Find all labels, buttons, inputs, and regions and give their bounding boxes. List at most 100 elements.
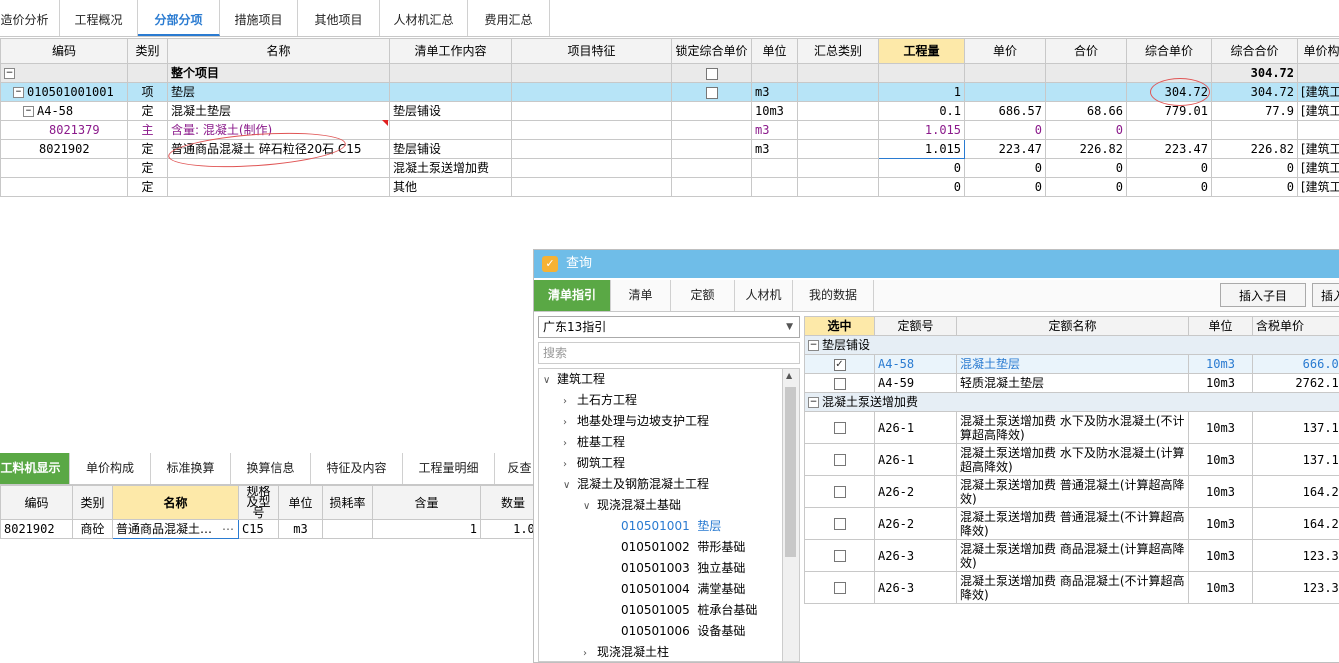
col-price-structure[interactable]: 单价构 (1298, 39, 1339, 64)
tree-node[interactable]: ∨建筑工程 (543, 369, 605, 389)
table-row[interactable]: 8021902 商砼 普通商品混凝土…⋯ C15 m3 1 1.01 (1, 520, 546, 539)
tab-features-content[interactable]: 特征及内容 (311, 453, 403, 484)
tab-bill-guide[interactable]: 清单指引 (534, 280, 611, 311)
table-row[interactable]: A26-3 混凝土泵送增加费 商品混凝土(不计算超高降效) 10m3 123.3… (805, 572, 1339, 604)
table-row-whole-project[interactable]: − 整个项目 304.72 (1, 64, 1339, 83)
col-features[interactable]: 项目特征 (512, 39, 672, 64)
collapse-icon[interactable]: − (4, 68, 15, 79)
table-row[interactable]: A26-2 混凝土泵送增加费 普通混凝土(计算超高降效) 10m3 164.27 (805, 476, 1339, 508)
col-spec[interactable]: 规格及型号 (239, 486, 279, 520)
tab-bill[interactable]: 清单 (611, 280, 671, 311)
col-selected[interactable]: 选中 (805, 317, 875, 336)
collapse-icon[interactable]: − (13, 87, 24, 98)
tree-node[interactable]: ›桩基工程 (563, 432, 625, 452)
chevron-down-icon[interactable]: ∨ (543, 371, 557, 391)
select-checkbox[interactable] (834, 582, 846, 594)
tree-node[interactable]: ›土石方工程 (563, 390, 637, 410)
tree-node[interactable]: ›现浇混凝土柱 (583, 642, 669, 662)
tab-cost-analysis[interactable]: 造价分析 (0, 0, 60, 36)
select-checkbox[interactable] (834, 359, 846, 371)
table-row[interactable]: A26-3 混凝土泵送增加费 商品混凝土(计算超高降效) 10m3 123.35 (805, 540, 1339, 572)
tab-labor-material-summary[interactable]: 人材机汇总 (380, 0, 468, 36)
chevron-right-icon[interactable]: › (563, 434, 577, 454)
lock-checkbox[interactable] (706, 87, 718, 99)
chevron-right-icon[interactable]: › (583, 644, 597, 662)
select-checkbox[interactable] (834, 486, 846, 498)
col-code[interactable]: 编码 (1, 39, 128, 64)
group-row[interactable]: −垫层铺设 (805, 336, 1339, 355)
col-unit[interactable]: 单位 (279, 486, 323, 520)
tree-node[interactable]: 010501005 桩承台基础 (621, 600, 757, 620)
col-loss-rate[interactable]: 损耗率 (323, 486, 373, 520)
tab-fee-summary[interactable]: 费用汇总 (468, 0, 550, 36)
col-comp-price[interactable]: 综合单价 (1127, 39, 1212, 64)
col-amount[interactable]: 合价 (1046, 39, 1127, 64)
tree-node[interactable]: ∨混凝土及钢筋混凝土工程 (563, 474, 709, 494)
tree-node-selected[interactable]: 010501001 垫层 (621, 516, 721, 536)
table-row[interactable]: 定 其他 0 0 0 0 0 [建筑工 (1, 178, 1339, 197)
quantity-cell-editing[interactable]: 1.015 (879, 140, 965, 159)
table-row[interactable]: A26-2 混凝土泵送增加费 普通混凝土(不计算超高降效) 10m3 164.2… (805, 508, 1339, 540)
table-row[interactable]: A4-59 轻质混凝土垫层 10m3 2762.11 (805, 374, 1339, 393)
col-code[interactable]: 编码 (1, 486, 73, 520)
col-summary-type[interactable]: 汇总类别 (798, 39, 879, 64)
table-row[interactable]: A26-1 混凝土泵送增加费 水下及防水混凝土(计算超高降效) 10m3 137… (805, 444, 1339, 476)
more-icon[interactable]: ⋯ (222, 520, 234, 538)
tab-quota[interactable]: 定额 (671, 280, 735, 311)
tree-node[interactable]: 010501006 设备基础 (621, 621, 745, 641)
col-comp-total[interactable]: 综合合价 (1212, 39, 1298, 64)
col-quota-name[interactable]: 定额名称 (957, 317, 1189, 336)
scrollbar-thumb[interactable] (785, 387, 796, 557)
dialog-title-bar[interactable]: ✓ 查询 (534, 250, 1339, 278)
col-work-content[interactable]: 清单工作内容 (390, 39, 512, 64)
tab-conversion-info[interactable]: 换算信息 (231, 453, 311, 484)
col-type[interactable]: 类别 (128, 39, 168, 64)
tree-node[interactable]: 010501004 满堂基础 (621, 579, 745, 599)
col-unit[interactable]: 单位 (1189, 317, 1253, 336)
tab-other-items[interactable]: 其他项目 (298, 0, 380, 36)
tab-measures[interactable]: 措施项目 (220, 0, 298, 36)
group-row[interactable]: −混凝土泵送增加费 (805, 393, 1339, 412)
material-name-cell[interactable]: 普通商品混凝土…⋯ (113, 520, 239, 539)
chevron-right-icon[interactable]: › (563, 392, 577, 412)
search-input[interactable]: 搜索 (538, 342, 800, 364)
tree-node[interactable]: ∨现浇混凝土基础 (583, 495, 681, 515)
table-row[interactable]: A4-58 混凝土垫层 10m3 666.04 (805, 355, 1339, 374)
col-type[interactable]: 类别 (73, 486, 113, 520)
tab-my-data[interactable]: 我的数据 (793, 280, 874, 311)
chevron-right-icon[interactable]: › (563, 455, 577, 475)
col-name[interactable]: 名称 (168, 39, 390, 64)
scroll-up-icon[interactable]: ▲ (786, 371, 792, 380)
col-quota-code[interactable]: 定额号 (875, 317, 957, 336)
tree-node[interactable]: ›地基处理与边坡支护工程 (563, 411, 709, 431)
select-checkbox[interactable] (834, 550, 846, 562)
tab-standard-conversion[interactable]: 标准换算 (151, 453, 231, 484)
tab-labor-material-display[interactable]: 工料机显示 (0, 453, 70, 484)
tab-labor-material[interactable]: 人材机 (735, 280, 793, 311)
guide-select[interactable]: 广东13指引 ▼ (538, 316, 800, 338)
insert-child-button[interactable]: 插入子目 (1220, 283, 1306, 307)
col-unit[interactable]: 单位 (752, 39, 798, 64)
table-row[interactable]: 8021379 主 含量: 混凝土(制作) m3 1.015 0 0 (1, 121, 1339, 140)
collapse-icon[interactable]: − (23, 106, 34, 117)
table-row[interactable]: A26-1 混凝土泵送增加费 水下及防水混凝土(不计算超高降效) 10m3 13… (805, 412, 1339, 444)
tree-node[interactable]: 010501003 独立基础 (621, 558, 745, 578)
tab-project-overview[interactable]: 工程概况 (60, 0, 138, 36)
col-lock-price[interactable]: 锁定综合单价 (672, 39, 752, 64)
chevron-right-icon[interactable]: › (563, 413, 577, 433)
tree-scrollbar[interactable]: ▲ (782, 369, 799, 662)
select-checkbox[interactable] (834, 518, 846, 530)
select-checkbox[interactable] (834, 454, 846, 466)
table-row[interactable]: −010501001001 项 垫层 m3 1 304.72 304.72 [建… (1, 83, 1339, 102)
lock-checkbox[interactable] (706, 68, 718, 80)
insert-button[interactable]: 插入 (1312, 283, 1339, 307)
tab-price-structure[interactable]: 单价构成 (70, 453, 151, 484)
col-content[interactable]: 含量 (373, 486, 481, 520)
select-checkbox[interactable] (834, 422, 846, 434)
col-quantity[interactable]: 工程量 (879, 39, 965, 64)
col-unit-price[interactable]: 单价 (965, 39, 1046, 64)
col-taxed-price[interactable]: 含税单价 (1253, 317, 1339, 336)
chevron-down-icon[interactable]: ∨ (563, 476, 577, 496)
col-name[interactable]: 名称 (113, 486, 239, 520)
tab-sub-items[interactable]: 分部分项 (138, 0, 220, 36)
